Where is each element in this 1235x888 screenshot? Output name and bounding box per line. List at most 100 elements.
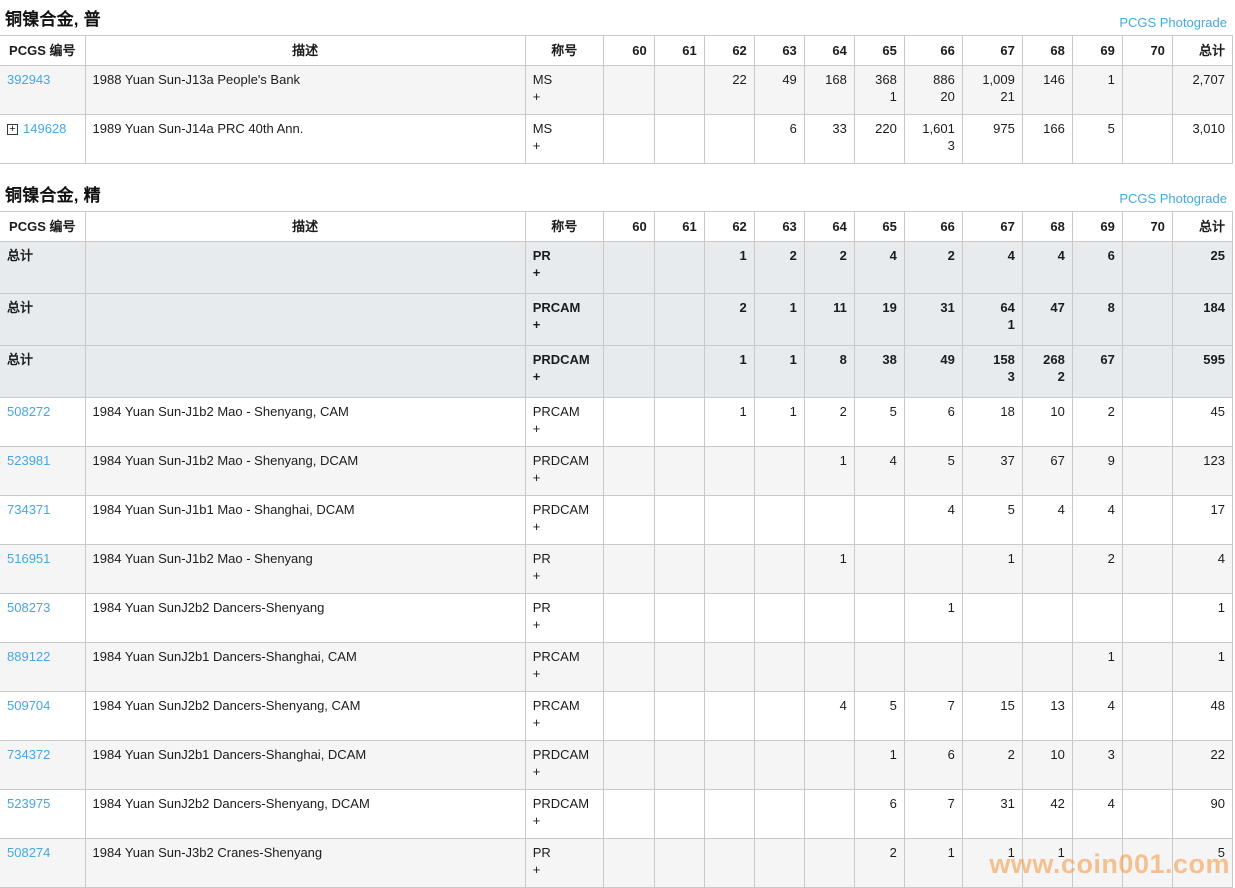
designation-cell: PRCAM+: [525, 294, 603, 346]
cell-plus-value: [1180, 88, 1225, 105]
cell-plus-value: [1080, 420, 1115, 437]
total-cell: 45: [1172, 398, 1232, 447]
pcgs-id-link[interactable]: 149628: [23, 121, 66, 136]
grade-cell: [1122, 66, 1172, 115]
cell-value: [712, 550, 747, 567]
col-header-grade-66: 66: [904, 36, 962, 66]
grade-cell: 4: [1072, 496, 1122, 545]
cell-value: 268: [1030, 351, 1065, 368]
cell-value: 33: [812, 120, 847, 137]
cell-plus-value: 3: [912, 137, 955, 154]
cell-value: [762, 746, 797, 763]
grade-cell: [704, 643, 754, 692]
cell-plus-value: [1080, 861, 1115, 878]
cell-plus-value: [712, 812, 747, 829]
grade-cell: [654, 66, 704, 115]
grade-cell: [804, 741, 854, 790]
cell-value: 2: [862, 844, 897, 861]
grade-cell: 22: [704, 66, 754, 115]
cell-plus-value: [762, 264, 797, 281]
grade-cell: [1022, 545, 1072, 594]
cell-plus-value: [1080, 88, 1115, 105]
pcgs-id-link[interactable]: 509704: [7, 698, 50, 713]
cell-plus-value: [812, 88, 847, 105]
grade-cell: [654, 839, 704, 888]
pcgs-id-link[interactable]: 734371: [7, 502, 50, 517]
grade-cell: 1,6013: [904, 115, 962, 164]
description-cell: 1988 Yuan Sun-J13a People's Bank: [85, 66, 525, 115]
cell-value: PRDCAM: [533, 795, 596, 812]
cell-plus-value: [712, 665, 747, 682]
cell-plus-value: [762, 567, 797, 584]
grade-cell: [1122, 115, 1172, 164]
photograde-link[interactable]: PCGS Photograde: [1119, 191, 1227, 206]
cell-plus-value: [1180, 861, 1225, 878]
grade-cell: [603, 545, 654, 594]
cell-value: [1130, 501, 1165, 518]
grade-cell: [654, 242, 704, 294]
cell-plus-value: [762, 518, 797, 535]
pcgs-id-link[interactable]: 508273: [7, 600, 50, 615]
total-cell: 3,010: [1172, 115, 1232, 164]
pcgs-id-link[interactable]: 516951: [7, 551, 50, 566]
pcgs-id-link[interactable]: 508272: [7, 404, 50, 419]
cell-value: [1130, 403, 1165, 420]
cell-plus-value: [1130, 264, 1165, 281]
grade-cell: [654, 545, 704, 594]
cell-plus-value: +: [533, 264, 596, 281]
cell-value: 48: [1180, 697, 1225, 714]
pcgs-id-cell: 总计: [0, 346, 85, 398]
grade-cell: 2: [804, 398, 854, 447]
expand-icon[interactable]: +: [7, 124, 18, 135]
pcgs-id-link[interactable]: 508274: [7, 845, 50, 860]
cell-value: [611, 795, 647, 812]
cell-plus-value: [970, 264, 1015, 281]
total-cell: 1: [1172, 594, 1232, 643]
cell-plus-value: [812, 368, 847, 385]
pcgs-id-link[interactable]: 523975: [7, 796, 50, 811]
grade-cell: [1122, 692, 1172, 741]
cell-value: 886: [912, 71, 955, 88]
cell-plus-value: [970, 567, 1015, 584]
grade-cell: 10: [1022, 741, 1072, 790]
col-header-grade-64: 64: [804, 36, 854, 66]
cell-plus-value: [611, 88, 647, 105]
pcgs-id-link[interactable]: 392943: [7, 72, 50, 87]
grade-cell: 6: [904, 741, 962, 790]
cell-value: PRCAM: [533, 403, 596, 420]
pcgs-id-link[interactable]: 889122: [7, 649, 50, 664]
cell-plus-value: [862, 714, 897, 731]
cell-value: [970, 648, 1015, 665]
cell-value: [712, 795, 747, 812]
cell-value: 4: [1180, 550, 1225, 567]
cell-plus-value: [662, 714, 697, 731]
grade-cell: [854, 545, 904, 594]
cell-value: [611, 697, 647, 714]
col-header-total: 总计: [1172, 36, 1232, 66]
cell-value: [611, 550, 647, 567]
cell-plus-value: [662, 264, 697, 281]
pcgs-id-link[interactable]: 523981: [7, 453, 50, 468]
grade-cell: 18: [962, 398, 1022, 447]
cell-plus-value: [812, 861, 847, 878]
cell-value: 2: [712, 299, 747, 316]
cell-value: [611, 501, 647, 518]
photograde-link[interactable]: PCGS Photograde: [1119, 15, 1227, 30]
description-cell: 1984 Yuan SunJ2b2 Dancers-Shenyang, DCAM: [85, 790, 525, 839]
cell-value: 1: [1030, 844, 1065, 861]
table-section: 铜镍合金, 精 PCGS Photograde PCGS 编号描述称号60616…: [0, 164, 1235, 888]
grade-cell: [1122, 594, 1172, 643]
cell-value: [1030, 648, 1065, 665]
cell-plus-value: +: [533, 137, 596, 154]
cell-plus-value: [1080, 665, 1115, 682]
cell-value: 1: [712, 351, 747, 368]
total-row: 总计PR+1224244625: [0, 242, 1233, 294]
cell-plus-value: [662, 368, 697, 385]
cell-value: [662, 71, 697, 88]
pcgs-id-link[interactable]: 734372: [7, 747, 50, 762]
cell-plus-value: [712, 469, 747, 486]
grade-cell: 2: [1072, 545, 1122, 594]
col-header-grade-67: 67: [962, 36, 1022, 66]
pcgs-id-cell: 508273: [0, 594, 85, 643]
designation-cell: PRDCAM+: [525, 741, 603, 790]
